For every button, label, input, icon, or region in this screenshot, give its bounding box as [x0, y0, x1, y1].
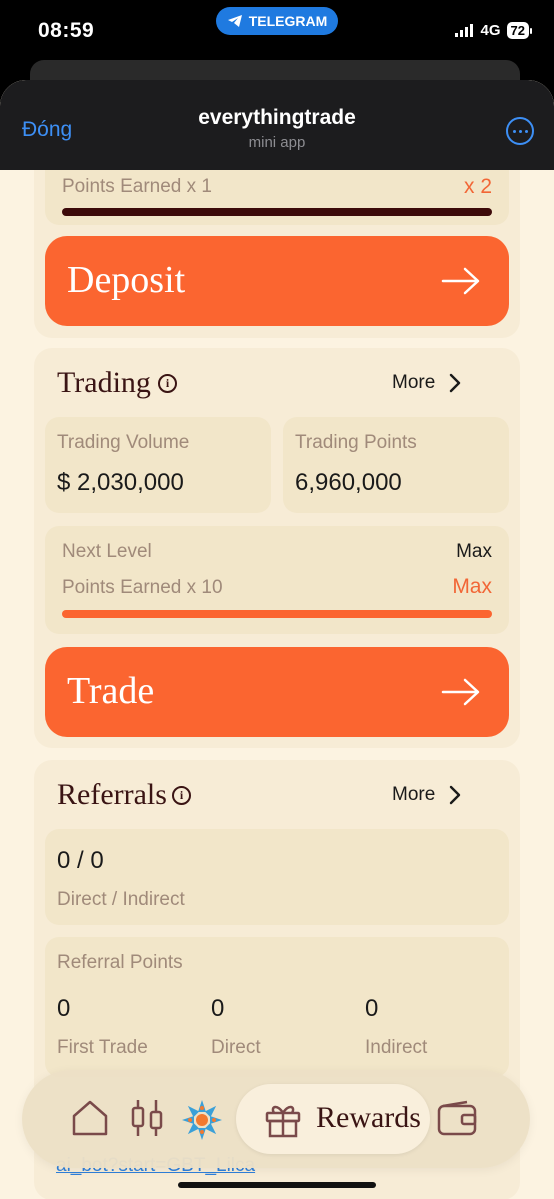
first-trade-label: First Trade — [57, 1037, 148, 1058]
gift-icon — [265, 1105, 301, 1138]
referral-count-card: 0 / 0 Direct / Indirect — [45, 829, 509, 925]
referral-points-card: Referral Points 0 First Trade 0 Direct 0… — [45, 937, 509, 1077]
referrals-title: Referrals — [57, 778, 167, 811]
trading-points-card: Trading Points 6,960,000 — [283, 417, 509, 513]
deposit-points-label: Points Earned x 1 — [62, 176, 212, 197]
sun-logo-icon[interactable] — [180, 1098, 224, 1147]
indirect-label: Indirect — [365, 1037, 428, 1058]
first-trade-value: 0 — [57, 995, 71, 1022]
chevron-right-icon — [450, 785, 461, 805]
chevron-right-icon — [450, 373, 461, 393]
battery-level: 72 — [506, 22, 529, 39]
signal-icon — [454, 24, 473, 37]
trading-points-label: Trading Points — [295, 432, 417, 453]
referrals-more-label: More — [392, 784, 436, 805]
referral-count-label: Direct / Indirect — [57, 889, 185, 910]
status-indicators: 4G 72 — [454, 22, 532, 39]
scroll-content[interactable]: Points Earned x 1 x 2 Deposit Trading i … — [0, 80, 554, 1199]
next-level-label: Next Level — [62, 541, 152, 562]
referrals-more-link[interactable]: More — [392, 784, 461, 806]
deposit-progress-bar — [62, 208, 492, 216]
deposit-button-label: Deposit — [67, 259, 186, 301]
network-type: 4G — [480, 22, 501, 39]
trading-points-value: 6,960,000 — [295, 469, 402, 496]
trade-button-label: Trade — [67, 670, 155, 712]
app-subtitle: mini app — [248, 134, 306, 151]
rewards-tab-label: Rewards — [316, 1101, 421, 1134]
trading-volume-label: Trading Volume — [57, 432, 190, 453]
trading-volume-value: $ 2,030,000 — [57, 469, 184, 496]
trading-more-link[interactable]: More — [392, 372, 461, 394]
points-earned-value: Max — [452, 575, 492, 598]
rewards-tab[interactable]: Rewards — [236, 1084, 430, 1154]
referral-points-title: Referral Points — [57, 952, 183, 973]
trading-volume-card: Trading Volume $ 2,030,000 — [45, 417, 271, 513]
points-earned-label: Points Earned x 10 — [62, 577, 223, 598]
trading-more-label: More — [392, 372, 436, 393]
level-progress-track — [62, 610, 492, 618]
telegram-icon — [227, 15, 242, 27]
next-level-card: Next Level Max Points Earned x 10 Max — [45, 526, 509, 634]
info-icon[interactable]: i — [172, 786, 191, 805]
direct-value: 0 — [211, 995, 225, 1022]
direct-label: Direct — [211, 1037, 261, 1058]
telegram-pill[interactable]: TELEGRAM — [216, 7, 338, 35]
home-icon[interactable] — [70, 1098, 110, 1143]
mini-app-sheet: Points Earned x 1 x 2 Deposit Trading i … — [0, 80, 554, 1199]
trade-button[interactable]: Trade — [45, 647, 509, 737]
more-options-icon[interactable] — [506, 117, 534, 145]
telegram-header: Đóng everythingtrade mini app — [0, 80, 554, 170]
deposit-points-value: x 2 — [463, 175, 492, 198]
battery-icon: 72 — [506, 22, 532, 39]
referral-count-value: 0 / 0 — [57, 847, 104, 874]
indirect-value: 0 — [365, 995, 379, 1022]
wallet-icon[interactable] — [436, 1100, 480, 1143]
chart-icon[interactable] — [130, 1096, 164, 1145]
next-level-value: Max — [456, 541, 492, 562]
arrow-right-icon — [441, 678, 480, 706]
deposit-button[interactable]: Deposit — [45, 236, 509, 326]
home-indicator — [178, 1182, 376, 1188]
arrow-right-icon — [441, 267, 480, 295]
level-progress-fill — [62, 610, 492, 618]
clock: 08:59 — [38, 19, 95, 42]
info-icon[interactable]: i — [158, 374, 177, 393]
bottom-nav: Rewards — [22, 1070, 530, 1168]
telegram-pill-label: TELEGRAM — [248, 13, 328, 29]
app-title: everythingtrade — [198, 106, 356, 129]
trading-title: Trading — [57, 366, 151, 399]
